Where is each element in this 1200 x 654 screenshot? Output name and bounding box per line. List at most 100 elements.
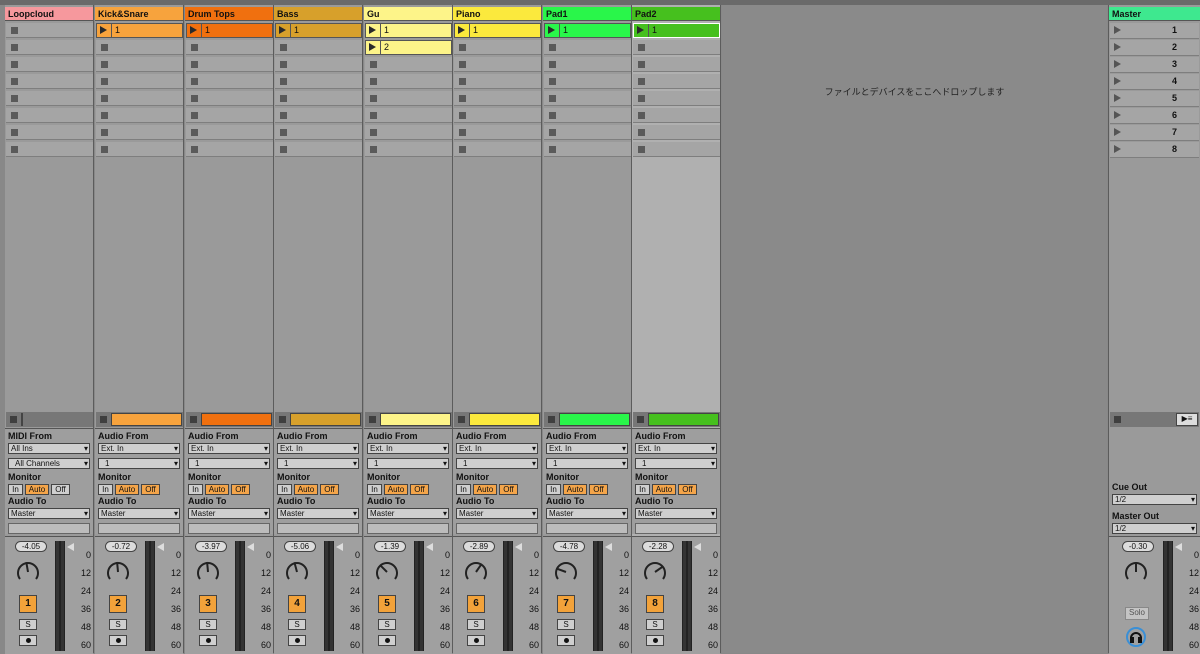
clip-slot[interactable] [96,74,183,89]
pan-knob[interactable] [195,559,221,585]
input-type-select[interactable]: Ext. In [546,443,628,454]
track-activator-button[interactable]: 2 [109,595,127,613]
clip-slot[interactable] [96,142,183,157]
solo-button[interactable]: S [646,619,664,630]
clip-slot[interactable] [186,40,273,55]
monitor-in-button[interactable]: In [546,484,561,495]
clip-slot[interactable] [96,108,183,123]
clip-stop-icon[interactable] [101,112,108,119]
clip-stop-icon[interactable] [459,112,466,119]
arm-button[interactable] [109,635,127,646]
solo-button[interactable]: S [199,619,217,630]
clip-stop-icon[interactable] [191,129,198,136]
clip-stop-icon[interactable] [638,78,645,85]
clip-slot[interactable] [544,91,631,106]
clip-stop-icon[interactable] [11,112,18,119]
track-activator-button[interactable]: 7 [557,595,575,613]
clip-stop-icon[interactable] [370,61,377,68]
clip-slot[interactable] [365,74,452,89]
monitor-off-button[interactable]: Off [141,484,160,495]
clip-stop-icon[interactable] [280,44,287,51]
clip-stop-icon[interactable] [549,78,556,85]
track-title[interactable]: Loopcloud [5,7,93,21]
scene-slot[interactable]: 6 [1110,108,1199,124]
clip-slot[interactable] [633,74,720,89]
input-type-select[interactable]: Ext. In [277,443,359,454]
clip-slot[interactable] [633,108,720,123]
track-stop-button[interactable] [637,416,644,423]
clip-slot[interactable] [96,40,183,55]
audio-to-select[interactable]: Master [8,508,90,519]
monitor-in-button[interactable]: In [456,484,471,495]
track-activator-button[interactable]: 6 [467,595,485,613]
clip-slot[interactable] [275,142,362,157]
scene-launch-icon[interactable] [1114,111,1121,119]
clip-stop-icon[interactable] [11,129,18,136]
input-type-select[interactable]: All Ins [8,443,90,454]
clip-slot[interactable] [365,91,452,106]
track-activator-button[interactable]: 5 [378,595,396,613]
clip-slot[interactable] [454,108,541,123]
clip-stop-icon[interactable] [280,112,287,119]
volume-readout[interactable]: -0.72 [105,541,137,552]
volume-readout[interactable]: -4.78 [553,541,585,552]
clip-stop-icon[interactable] [459,78,466,85]
volume-readout[interactable]: -2.89 [463,541,495,552]
clip-stop-icon[interactable] [11,95,18,102]
monitor-in-button[interactable]: In [367,484,382,495]
pan-knob[interactable] [374,559,400,585]
clip-stop-icon[interactable] [638,129,645,136]
clip-launch-icon[interactable] [190,26,197,34]
clip-slot[interactable] [6,108,93,123]
monitor-in-button[interactable]: In [98,484,113,495]
solo-button[interactable]: S [109,619,127,630]
audio-to-channel-select[interactable] [635,523,717,534]
clip-slot[interactable] [365,57,452,72]
scene-slot[interactable]: 2 [1110,40,1199,56]
clip-stop-icon[interactable] [549,112,556,119]
arm-button[interactable] [199,635,217,646]
scene-launch-icon[interactable] [1114,77,1121,85]
input-channel-select[interactable]: 1 [277,458,359,469]
volume-readout[interactable]: -4.05 [15,541,47,552]
volume-fader-handle[interactable] [694,543,701,551]
scene-slot[interactable]: 4 [1110,74,1199,90]
input-channel-select[interactable]: 1 [98,458,180,469]
input-channel-select[interactable]: 1 [546,458,628,469]
clip-slot[interactable] [186,125,273,140]
solo-button[interactable]: S [467,619,485,630]
clip-stop-icon[interactable] [280,61,287,68]
input-type-select[interactable]: Ext. In [188,443,270,454]
audio-to-channel-select[interactable] [456,523,538,534]
clip-slot[interactable] [454,57,541,72]
audio-to-select[interactable]: Master [546,508,628,519]
clip-stop-icon[interactable] [638,44,645,51]
monitor-off-button[interactable]: Off [589,484,608,495]
volume-fader-handle[interactable] [67,543,74,551]
clip-slot[interactable] [6,23,93,38]
clip-slot[interactable] [275,40,362,55]
input-channel-select[interactable]: 1 [367,458,449,469]
clip-launch-icon[interactable] [458,26,465,34]
audio-to-channel-select[interactable] [546,523,628,534]
master-pan-knob[interactable] [1123,559,1149,585]
arm-button[interactable] [288,635,306,646]
clip-slot[interactable]: 1 [544,23,631,38]
solo-button[interactable]: S [378,619,396,630]
clip-slot[interactable]: 2 [365,40,452,55]
monitor-auto-button[interactable]: Auto [115,484,139,495]
clip-slot[interactable] [6,125,93,140]
input-type-select[interactable]: Ext. In [635,443,717,454]
clip-stop-icon[interactable] [11,61,18,68]
input-channel-select[interactable]: All Channels [8,458,90,469]
clip-stop-icon[interactable] [549,146,556,153]
clip-slot[interactable] [544,57,631,72]
monitor-auto-button[interactable]: Auto [205,484,229,495]
arm-button[interactable] [646,635,664,646]
scene-slot[interactable]: 3 [1110,57,1199,73]
input-channel-select[interactable]: 1 [188,458,270,469]
scene-slot[interactable]: 1 [1110,23,1199,39]
track-stop-button[interactable] [10,416,17,423]
clip-stop-icon[interactable] [101,78,108,85]
clip-stop-icon[interactable] [549,95,556,102]
